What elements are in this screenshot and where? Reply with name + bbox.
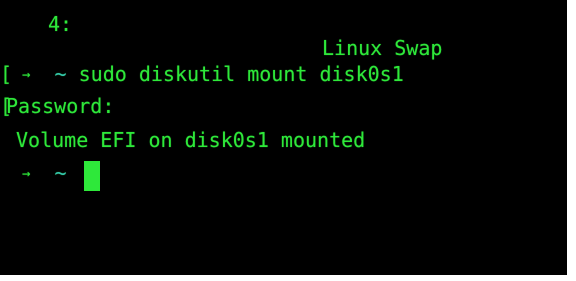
command-line: [→ ~ sudo diskutil mount disk0s1	[0, 62, 404, 86]
output-text: Volume EFI on disk0s1 mounted	[16, 128, 366, 152]
terminal-window[interactable]: 4: Linux Swap [→ ~ sudo diskutil mount d…	[0, 0, 567, 275]
command-text: sudo diskutil mount disk0s1	[78, 62, 404, 86]
text-cursor	[84, 161, 100, 191]
partition-type: Linux Swap	[322, 36, 443, 60]
window-edge	[567, 0, 576, 281]
partition-number: 4:	[48, 12, 73, 36]
home-tilde: ~	[54, 161, 67, 185]
home-tilde: ~	[54, 62, 67, 86]
password-line: [Password:	[0, 94, 114, 118]
prompt-line: → ~	[0, 161, 67, 185]
output-line: Volume EFI on disk0s1 mounted	[0, 128, 365, 152]
password-prompt: Password:	[6, 94, 115, 118]
partition-row-partial: 4: Linux Swap	[0, 0, 442, 60]
prompt-arrow-icon: →	[22, 67, 31, 83]
prompt-arrow-icon: →	[22, 166, 31, 182]
